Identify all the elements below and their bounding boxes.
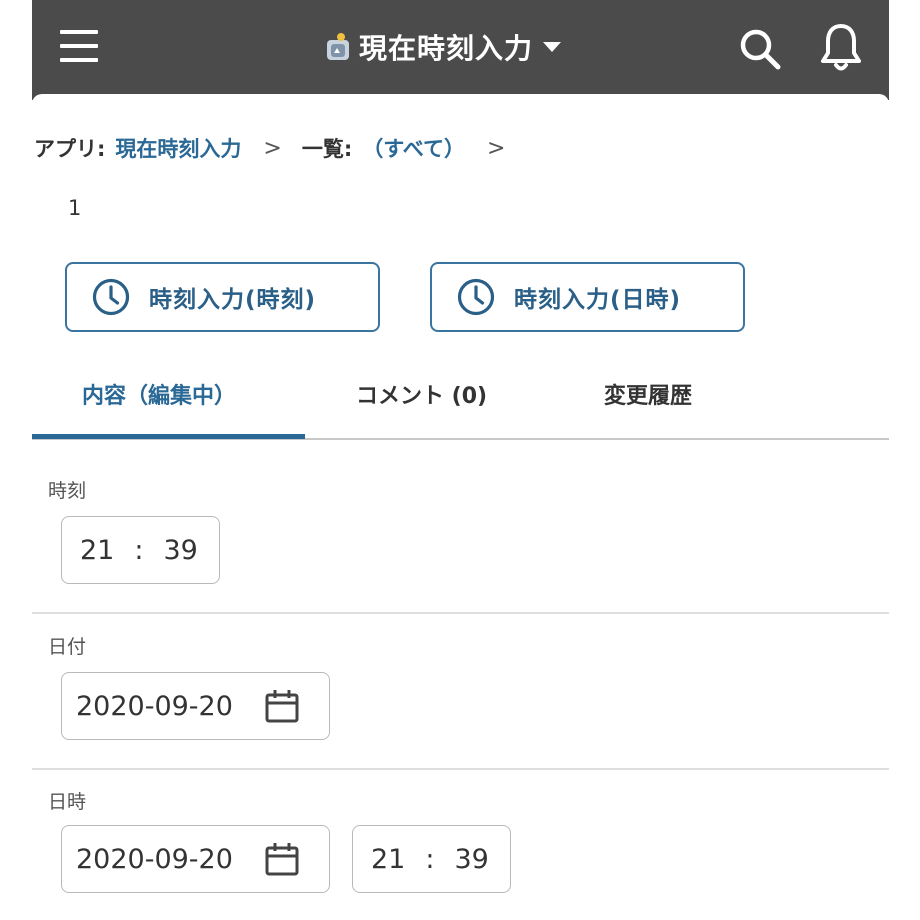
time-separator: :: [425, 843, 435, 875]
tab-active-indicator: [32, 434, 305, 439]
hour-value[interactable]: 21: [371, 844, 405, 875]
page: 現在時刻入力 アプリ: 現在時刻入力 > 一覧: （すべて） > 1 時刻入力(…: [0, 0, 920, 920]
app-title: 現在時刻入力: [359, 32, 534, 65]
minute-value[interactable]: 39: [163, 535, 197, 566]
time-input-datetime-button[interactable]: 時刻入力(日時): [430, 262, 745, 332]
record-number: 1: [68, 196, 82, 220]
tab-comments[interactable]: コメント (0): [356, 372, 487, 416]
breadcrumb-app-link[interactable]: 現在時刻入力: [115, 133, 241, 163]
calendar-icon[interactable]: [264, 841, 300, 877]
app-icon: [327, 33, 349, 60]
hour-value[interactable]: 21: [80, 535, 114, 566]
datetime-field-label: 日時: [48, 791, 87, 813]
breadcrumb-list-label: 一覧:: [301, 137, 353, 161]
tab-content[interactable]: 内容（編集中）: [82, 372, 236, 416]
app-header: 現在時刻入力: [32, 0, 889, 100]
calendar-icon[interactable]: [264, 688, 300, 724]
field-divider: [32, 612, 889, 614]
clock-icon: [92, 278, 130, 316]
app-title-dropdown[interactable]: 現在時刻入力: [325, 26, 562, 68]
breadcrumb-app-label: アプリ:: [34, 137, 106, 161]
record-card: [32, 94, 889, 920]
button-label: 時刻入力(日時): [514, 287, 682, 313]
caret-down-icon: [543, 42, 562, 52]
clock-icon: [457, 278, 495, 316]
bell-icon[interactable]: [819, 22, 863, 74]
date-field-label: 日付: [48, 636, 87, 658]
breadcrumb-list-link[interactable]: （すべて）: [362, 133, 465, 163]
date-value: 2020-09-20: [76, 843, 233, 875]
menu-icon[interactable]: [58, 24, 100, 68]
button-label: 時刻入力(時刻): [149, 287, 317, 313]
chevron-right-icon: >: [486, 135, 506, 161]
time-field-label: 時刻: [48, 480, 87, 502]
time-input-time-button[interactable]: 時刻入力(時刻): [65, 262, 380, 332]
time-field-input[interactable]: 21 : 39: [61, 516, 220, 584]
minute-value[interactable]: 39: [454, 844, 488, 875]
date-value: 2020-09-20: [76, 690, 233, 722]
field-divider: [32, 768, 889, 770]
time-separator: :: [134, 534, 144, 566]
chevron-right-icon: >: [263, 135, 282, 161]
tab-history[interactable]: 変更履歴: [604, 372, 692, 416]
breadcrumb: アプリ: 現在時刻入力 > 一覧: （すべて） >: [34, 130, 525, 166]
datetime-time-input[interactable]: 21 : 39: [352, 825, 511, 893]
search-icon[interactable]: [737, 26, 783, 72]
